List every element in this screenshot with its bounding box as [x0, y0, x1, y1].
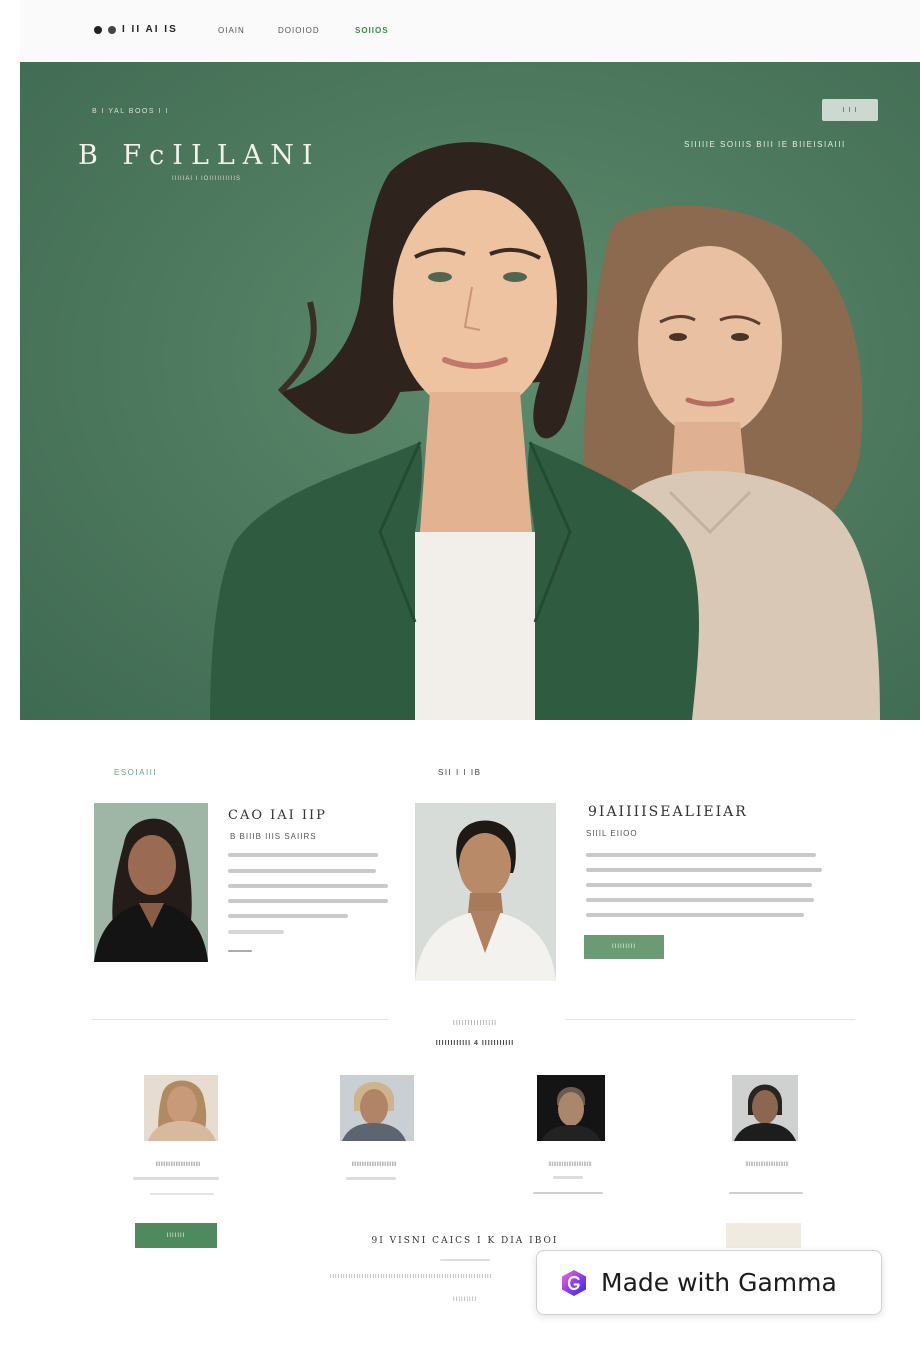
- text-line: [553, 1176, 583, 1179]
- text-line: [228, 884, 388, 888]
- section-label-left: ESOIAIII: [114, 768, 158, 777]
- text-line: [586, 883, 812, 887]
- footer-beige-button[interactable]: [726, 1223, 801, 1248]
- text-line: [228, 950, 252, 952]
- divider: [92, 1019, 388, 1020]
- nav-logo-text: I II AI IS: [122, 24, 178, 35]
- hero-title: B FcILLANI: [78, 140, 321, 171]
- logo-mark-icon: [108, 25, 116, 34]
- text-line: [586, 898, 814, 902]
- portrait-image: [734, 1084, 796, 1141]
- text-line: [533, 1192, 603, 1194]
- portrait-image: [342, 1082, 406, 1141]
- team-heading: IIIIIIIIIIIIIII: [452, 1020, 498, 1027]
- logo-mark-icon: [94, 25, 102, 34]
- top-nav: I II AI IS OIAIN DOIOIOD SOIIOS: [20, 0, 920, 62]
- text-line: [440, 1259, 490, 1261]
- profile-photo-2: [415, 803, 556, 981]
- hero-kicker: B I YAL BOOS I I: [92, 108, 169, 115]
- text-line: [228, 899, 388, 903]
- text-line: [228, 869, 376, 873]
- section-label-center: SII I I IB: [438, 768, 482, 777]
- text-line: [228, 930, 284, 934]
- gamma-badge-text: Made with Gamma: [601, 1268, 837, 1297]
- team-caption-2: IIIIIIIIIIIIIIIIIIIIIIIIIII: [351, 1162, 397, 1168]
- text-line: [228, 914, 348, 918]
- profile-name-2: 9IAIIIISEALIEIAR: [588, 804, 748, 820]
- nav-link-2[interactable]: DOIOIOD: [278, 26, 320, 35]
- profile-photo-1: [94, 803, 208, 962]
- team-subheading: IIIIIIIIIIII 4 IIIIIIIIIII: [435, 1040, 515, 1047]
- text-line: [228, 853, 378, 857]
- hero-subtitle: IIIIIAI I IOIIIIIIIIIIS: [172, 176, 242, 182]
- profile-role-2: SIIIL EIIOO: [586, 829, 638, 838]
- team-photo-3: [537, 1075, 605, 1141]
- gamma-logo-icon: [562, 1269, 586, 1296]
- team-caption-3: IIIIIIIIIIIIIIIIIIIIIIIIII: [548, 1162, 592, 1168]
- nav-logo[interactable]: I II AI IS: [94, 24, 178, 35]
- footer-small-text: IIIIIIIII: [452, 1297, 477, 1303]
- team-caption-1: IIIIIIIIIIIIIIIIIIIIIIIIIII: [155, 1162, 201, 1168]
- footer-green-button[interactable]: IIIIIII: [135, 1223, 217, 1248]
- team-photo-4: [732, 1075, 798, 1141]
- footer-title: 9I VISNI CAICS I K DIA IBOI: [371, 1236, 559, 1246]
- text-line: [586, 853, 816, 857]
- text-line: [586, 913, 804, 917]
- nav-link-3[interactable]: SOIIOS: [355, 26, 389, 35]
- divider: [565, 1019, 855, 1020]
- text-line: [150, 1193, 214, 1195]
- text-line: [346, 1177, 396, 1180]
- text-line: [133, 1177, 219, 1180]
- text-line: [729, 1192, 803, 1194]
- hero-banner: B I YAL BOOS I I B FcILLANI IIIIIAI I IO…: [20, 62, 920, 720]
- team-photo-1: [144, 1075, 218, 1141]
- portrait-image: [148, 1080, 216, 1141]
- portrait-image: [94, 818, 208, 962]
- team-caption-4: IIIIIIIIIIIIIIIIIIIIIIIIII: [745, 1162, 789, 1168]
- text-line: [586, 868, 822, 872]
- hero-button[interactable]: I I I: [822, 99, 878, 121]
- team-photo-2: [340, 1075, 414, 1141]
- footer-text: IIIIIIIIIIIIIIIIIIIIIIIIIIIIIIIIIIIIIIII…: [329, 1274, 493, 1280]
- portrait-image: [541, 1087, 601, 1141]
- profile-cta-button[interactable]: IIIIIIIII: [584, 935, 664, 959]
- profile-name-1: CAO IAI IIP: [228, 808, 327, 823]
- profile-role-1: B BIIIB IIIS SAIIRS: [230, 832, 317, 841]
- hero-tagline: SIIIIIE SOIIIS BIII IE BIIEISIAIII: [684, 140, 846, 149]
- made-with-gamma-badge[interactable]: Made with Gamma: [536, 1250, 882, 1315]
- portrait-image: [415, 820, 556, 981]
- nav-link-1[interactable]: OIAIN: [218, 26, 245, 35]
